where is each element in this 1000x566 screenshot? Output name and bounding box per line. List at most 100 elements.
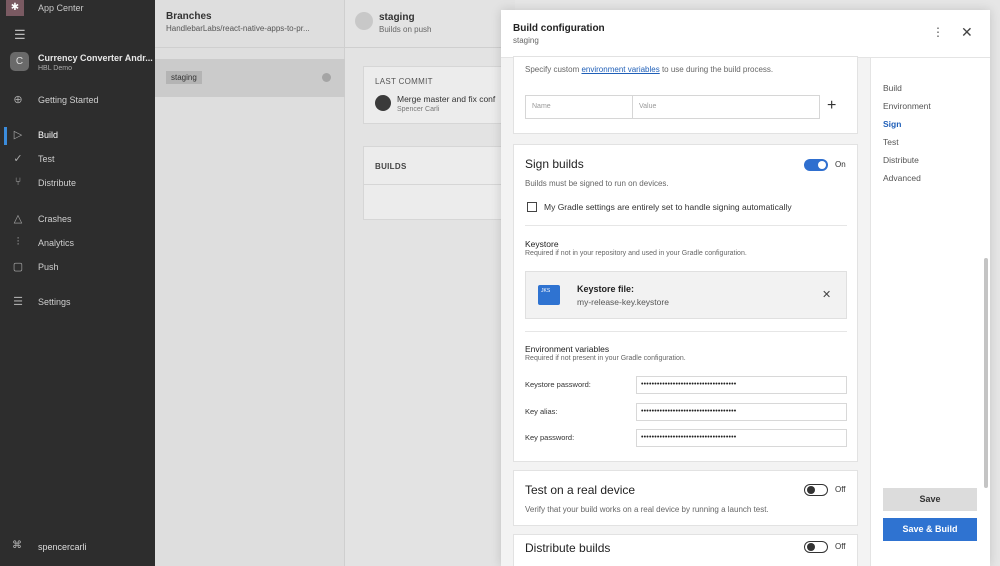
- keystore-file-box: JKS Keystore file: my-release-key.keysto…: [525, 271, 847, 319]
- scrollbar[interactable]: [984, 258, 988, 488]
- nav-item-label: Analytics: [38, 238, 75, 248]
- nav-item-test[interactable]: ✓ Test: [0, 151, 155, 169]
- env-description: Specify custom environment variables to …: [525, 65, 773, 74]
- add-variable-icon[interactable]: +: [827, 97, 836, 115]
- repo-path: HandlebarLabs/react-native-apps-to-pr...: [166, 24, 310, 33]
- sign-builds-title: Sign builds: [525, 157, 584, 171]
- env-desc-suffix: to use during the build process.: [659, 65, 774, 74]
- distribute-icon: ⑂: [14, 176, 22, 188]
- key-alias-field[interactable]: ••••••••••••••••••••••••••••••••••••: [636, 403, 847, 421]
- side-nav-test[interactable]: Test: [883, 137, 899, 147]
- user-name: spencercarli: [38, 542, 87, 552]
- divider: [525, 225, 847, 226]
- panel-title: Build configuration: [513, 23, 605, 34]
- chart-icon: ⫶: [16, 236, 20, 248]
- sign-builds-toggle[interactable]: [804, 159, 828, 171]
- sign-builds-description: Builds must be signed to run on devices.: [525, 179, 669, 188]
- keystore-password-field[interactable]: ••••••••••••••••••••••••••••••••••••: [636, 376, 847, 394]
- config-side-nav: Build Environment Sign Test Distribute A…: [870, 58, 990, 566]
- nav-item-label: Push: [38, 262, 59, 272]
- nav-item-settings[interactable]: ☰ Settings: [0, 294, 155, 312]
- play-icon: ▷: [13, 129, 23, 141]
- distribute-toggle-label: Off: [835, 542, 846, 551]
- close-icon[interactable]: ✕: [961, 24, 973, 41]
- commit-author: Spencer Carli: [397, 106, 440, 113]
- app-center-logo-icon: ✱: [6, 0, 24, 16]
- env-value-input[interactable]: Value: [632, 95, 820, 119]
- sign-toggle-label: On: [835, 160, 846, 169]
- user-icon: ⌘: [12, 540, 22, 551]
- test-device-toggle[interactable]: [804, 484, 828, 496]
- last-commit-card[interactable]: LAST COMMIT Merge master and fix conf Sp…: [363, 66, 523, 124]
- save-button[interactable]: Save: [883, 488, 977, 511]
- env-vars-description: Required if not present in your Gradle c…: [525, 355, 686, 362]
- sliders-icon: ☰: [13, 296, 23, 308]
- toggle-knob: [818, 161, 826, 169]
- app-center-label: App Center: [38, 3, 84, 13]
- nav-item-build[interactable]: ▷ Build: [0, 127, 155, 145]
- key-password-label: Key password:: [525, 433, 575, 442]
- key-alias-label: Key alias:: [525, 407, 558, 416]
- nav-item-distribute[interactable]: ⑂ Distribute: [0, 175, 155, 193]
- branch-status-icon: [322, 73, 331, 82]
- hamburger-menu-icon[interactable]: ☰: [14, 27, 26, 43]
- more-options-icon[interactable]: ⋮: [932, 25, 944, 39]
- environment-variables-link[interactable]: environment variables: [581, 65, 659, 74]
- nav-item-crashes[interactable]: △ Crashes: [0, 211, 155, 229]
- env-name-input[interactable]: Name: [525, 95, 633, 119]
- nav-item-label: Crashes: [38, 214, 72, 224]
- test-device-section: Test on a real device Off Verify that yo…: [513, 470, 858, 526]
- branch-row-staging[interactable]: staging: [155, 59, 345, 97]
- gradle-signing-label: My Gradle settings are entirely set to h…: [544, 202, 792, 212]
- app-owner: HBL Demo: [38, 65, 72, 72]
- builds-label: BUILDS: [375, 162, 407, 171]
- distribute-section: Distribute builds Off: [513, 534, 858, 566]
- rocket-icon: ⊕: [13, 94, 23, 106]
- distribute-toggle[interactable]: [804, 541, 828, 553]
- last-commit-label: LAST COMMIT: [375, 77, 433, 86]
- nav-item-label: Getting Started: [38, 95, 99, 105]
- side-nav-sign[interactable]: Sign: [883, 119, 901, 129]
- app-name: Currency Converter Andr...: [38, 53, 153, 63]
- key-password-field[interactable]: ••••••••••••••••••••••••••••••••••••: [636, 429, 847, 447]
- config-content[interactable]: Specify custom environment variables to …: [501, 56, 870, 566]
- app-center-bar[interactable]: ✱ App Center: [0, 0, 155, 16]
- app-avatar: C: [10, 52, 29, 71]
- test-device-description: Verify that your build works on a real d…: [525, 505, 769, 514]
- nav-item-push[interactable]: ▢ Push: [0, 259, 155, 277]
- nav-item-label: Settings: [38, 297, 71, 307]
- side-nav-environment[interactable]: Environment: [883, 101, 931, 111]
- key-alias-row: Key alias: •••••••••••••••••••••••••••••…: [525, 403, 847, 421]
- left-nav: ✱ App Center ☰ C Currency Converter Andr…: [0, 0, 155, 566]
- branch-avatar: [355, 12, 373, 30]
- commit-author-avatar: [375, 95, 391, 111]
- toggle-knob: [806, 542, 815, 551]
- gradle-signing-checkbox[interactable]: [527, 202, 537, 212]
- nav-item-getting-started[interactable]: ⊕ Getting Started: [0, 92, 155, 110]
- save-and-build-button[interactable]: Save & Build: [883, 518, 977, 541]
- nav-item-analytics[interactable]: ⫶ Analytics: [0, 235, 155, 253]
- nav-item-label: Test: [38, 154, 55, 164]
- warning-icon: △: [13, 213, 23, 225]
- environment-section: Specify custom environment variables to …: [513, 56, 858, 134]
- side-nav-distribute[interactable]: Distribute: [883, 155, 919, 165]
- side-nav-build[interactable]: Build: [883, 83, 902, 93]
- keystore-file-name: my-release-key.keystore: [577, 297, 669, 307]
- check-circle-icon: ✓: [13, 153, 23, 165]
- branches-title: Branches: [166, 11, 212, 22]
- distribute-title: Distribute builds: [525, 541, 611, 555]
- commit-message: Merge master and fix conf: [397, 94, 496, 104]
- remove-keystore-icon[interactable]: ✕: [822, 288, 831, 301]
- keystore-file-label: Keystore file:: [577, 284, 635, 294]
- branch-detail-header: staging Builds on push: [345, 0, 515, 48]
- key-password-row: Key password: ••••••••••••••••••••••••••…: [525, 429, 847, 447]
- branches-header: Branches HandlebarLabs/react-native-apps…: [155, 0, 344, 48]
- sign-builds-section: Sign builds On Builds must be signed to …: [513, 144, 858, 462]
- test-device-title: Test on a real device: [525, 483, 636, 497]
- keystore-password-row: Keystore password: •••••••••••••••••••••…: [525, 376, 847, 394]
- builds-card: BUILDS: [363, 146, 523, 220]
- panel-subtitle: staging: [513, 36, 539, 45]
- keystore-description: Required if not in your repository and u…: [525, 250, 747, 257]
- branch-detail-title: staging: [379, 12, 415, 23]
- side-nav-advanced[interactable]: Advanced: [883, 173, 921, 183]
